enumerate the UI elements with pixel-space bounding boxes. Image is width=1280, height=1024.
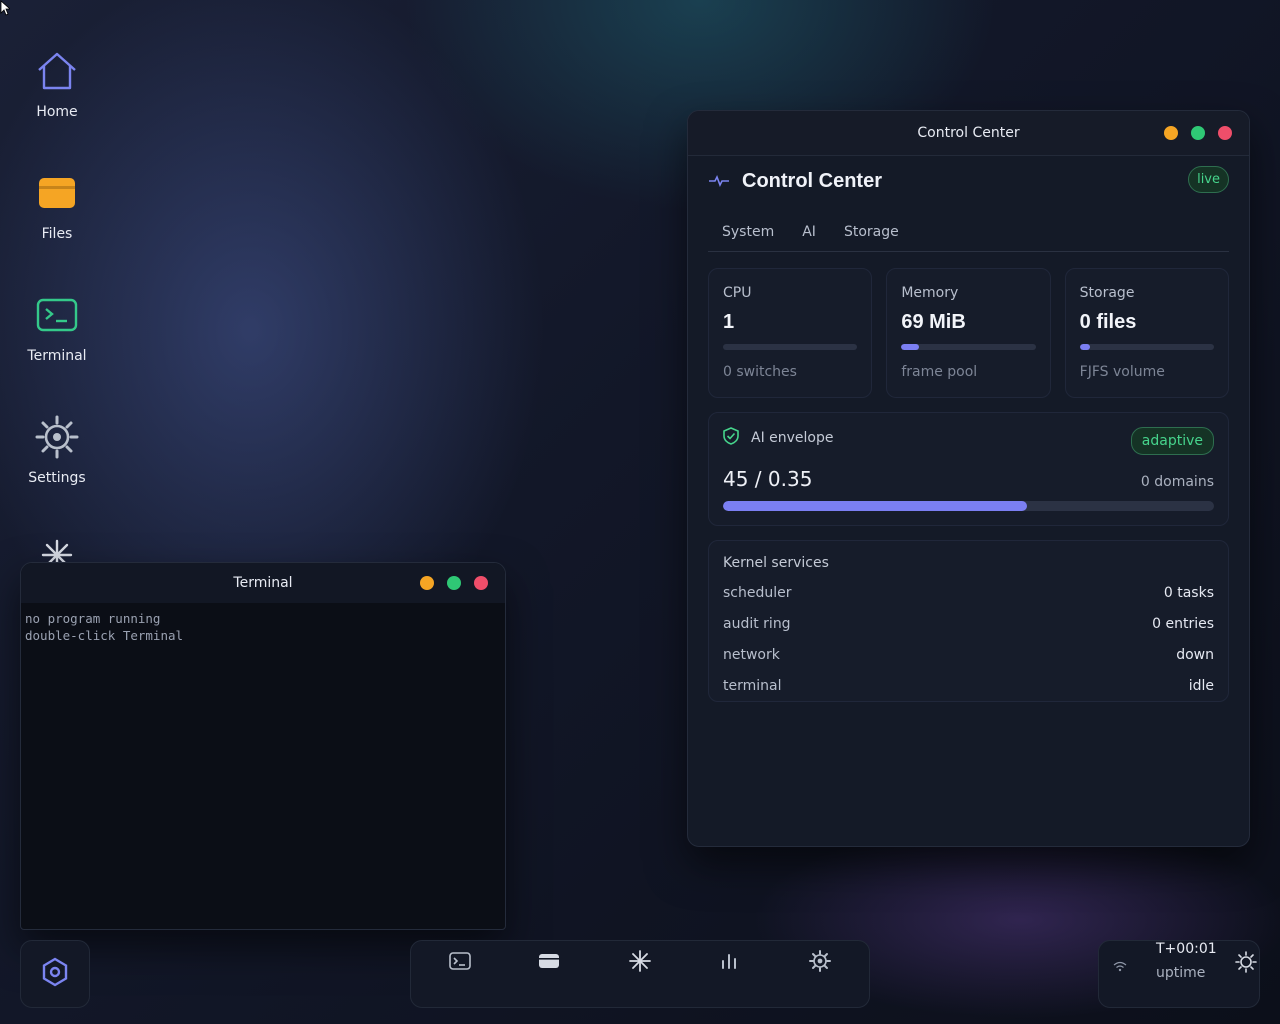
stat-cards: CPU 1 0 switches Memory 69 MiB frame poo… — [708, 268, 1229, 398]
kernel-services-card: Kernel services scheduler 0 tasks audit … — [708, 540, 1229, 702]
stat-card-memory: Memory 69 MiB frame pool — [886, 268, 1051, 398]
stat-title: Storage — [1079, 285, 1135, 301]
wifi-icon[interactable] — [1113, 957, 1127, 976]
page-title: Control Center — [742, 169, 882, 192]
ai-envelope-card: AI envelope adaptive 45 / 0.35 0 domains — [708, 412, 1229, 526]
mouse-cursor-icon — [0, 0, 10, 16]
window-controls — [1164, 111, 1232, 155]
desktop-icon-label: Files — [41, 226, 73, 242]
stat-card-cpu: CPU 1 0 switches — [708, 268, 873, 398]
terminal-titlebar[interactable]: Terminal — [21, 563, 505, 603]
envelope-domains: 0 domains — [1140, 474, 1214, 490]
envelope-value: 45 / 0.35 — [723, 467, 813, 491]
kernel-service-row: terminal idle — [723, 678, 1214, 695]
stat-title: CPU — [723, 285, 752, 301]
maximize-button[interactable] — [447, 576, 461, 590]
envelope-progress-bar — [723, 501, 1214, 511]
live-badge: live — [1188, 166, 1229, 193]
desktop-icon-settings[interactable]: Settings — [12, 414, 102, 486]
kernel-service-row: scheduler 0 tasks — [723, 585, 1214, 602]
shield-check-icon — [723, 427, 739, 449]
service-name: terminal — [723, 678, 782, 694]
kernel-services-title: Kernel services — [723, 555, 829, 571]
stat-card-storage: Storage 0 files FJFS volume — [1064, 268, 1229, 398]
desktop-icon-label: Terminal — [27, 348, 87, 364]
service-value: idle — [1188, 678, 1214, 694]
desktop-icon-terminal[interactable]: Terminal — [12, 292, 102, 364]
uptime-label: uptime — [1156, 965, 1206, 981]
dock-gear-icon[interactable] — [807, 949, 833, 973]
clock[interactable]: T+00:01 — [1156, 941, 1217, 957]
envelope-title: AI envelope — [751, 430, 834, 446]
control-center-window[interactable]: Control Center Control Center live Syste… — [687, 110, 1250, 847]
dock-folder-icon[interactable] — [536, 949, 562, 973]
service-value: 0 entries — [1152, 616, 1214, 632]
terminal-line: double-click Terminal — [25, 628, 184, 643]
desktop-icon-label: Settings — [28, 470, 86, 486]
service-name: network — [723, 647, 780, 663]
minimize-button[interactable] — [1164, 126, 1178, 140]
progress-fill — [1079, 344, 1091, 350]
pulse-icon — [708, 174, 730, 188]
minimize-button[interactable] — [420, 576, 434, 590]
desktop-icon-home[interactable]: Home — [12, 48, 102, 120]
stat-progress-bar — [901, 344, 1036, 350]
dock-bar-chart-icon[interactable] — [716, 949, 742, 973]
stat-value: 69 MiB — [901, 311, 966, 333]
folder-icon — [12, 170, 102, 216]
maximize-button[interactable] — [1191, 126, 1205, 140]
terminal-window[interactable]: Terminal no program running double-click… — [20, 562, 506, 930]
progress-fill — [901, 344, 919, 350]
gear-icon — [12, 414, 102, 460]
control-center-header: Control Center live — [688, 156, 1249, 206]
terminal-icon — [12, 292, 102, 338]
close-button[interactable] — [1218, 126, 1232, 140]
tab-system[interactable]: System — [708, 224, 788, 240]
desktop-icon-label: Home — [36, 104, 78, 120]
stat-value: 1 — [723, 311, 735, 333]
stat-title: Memory — [901, 285, 959, 301]
adaptive-badge: adaptive — [1130, 427, 1214, 455]
stat-value: 0 files — [1079, 311, 1137, 333]
stat-subtitle: frame pool — [901, 364, 978, 380]
terminal-output[interactable]: no program running double-click Terminal — [21, 603, 505, 651]
kernel-service-row: network down — [723, 647, 1214, 664]
control-center-titlebar[interactable]: Control Center — [688, 111, 1249, 156]
brightness-icon[interactable] — [1235, 951, 1257, 977]
dock — [410, 940, 870, 1008]
terminal-line: no program running — [25, 611, 161, 626]
service-name: scheduler — [723, 585, 792, 601]
progress-fill — [723, 501, 1028, 511]
hexagon-icon — [41, 957, 69, 991]
stat-subtitle: 0 switches — [723, 364, 797, 380]
launcher-button[interactable] — [20, 940, 90, 1008]
close-button[interactable] — [474, 576, 488, 590]
stat-subtitle: FJFS volume — [1079, 364, 1165, 380]
desktop-icon-files[interactable]: Files — [12, 170, 102, 242]
tab-ai[interactable]: AI — [788, 224, 830, 240]
dock-sparkle-icon[interactable] — [627, 949, 653, 973]
window-title: Control Center — [917, 125, 1020, 141]
service-value: 0 tasks — [1163, 585, 1214, 601]
window-controls — [420, 563, 488, 603]
system-tray: T+00:01 uptime — [1098, 940, 1260, 1008]
service-name: audit ring — [723, 616, 791, 632]
control-center-tabs: System AI Storage — [708, 212, 1229, 252]
home-icon — [12, 48, 102, 94]
tab-storage[interactable]: Storage — [830, 224, 913, 240]
window-title: Terminal — [233, 575, 293, 591]
stat-progress-bar — [1079, 344, 1214, 350]
dock-terminal-icon[interactable] — [447, 949, 473, 973]
kernel-service-row: audit ring 0 entries — [723, 616, 1214, 633]
stat-progress-bar — [723, 344, 858, 350]
service-value: down — [1176, 647, 1214, 663]
